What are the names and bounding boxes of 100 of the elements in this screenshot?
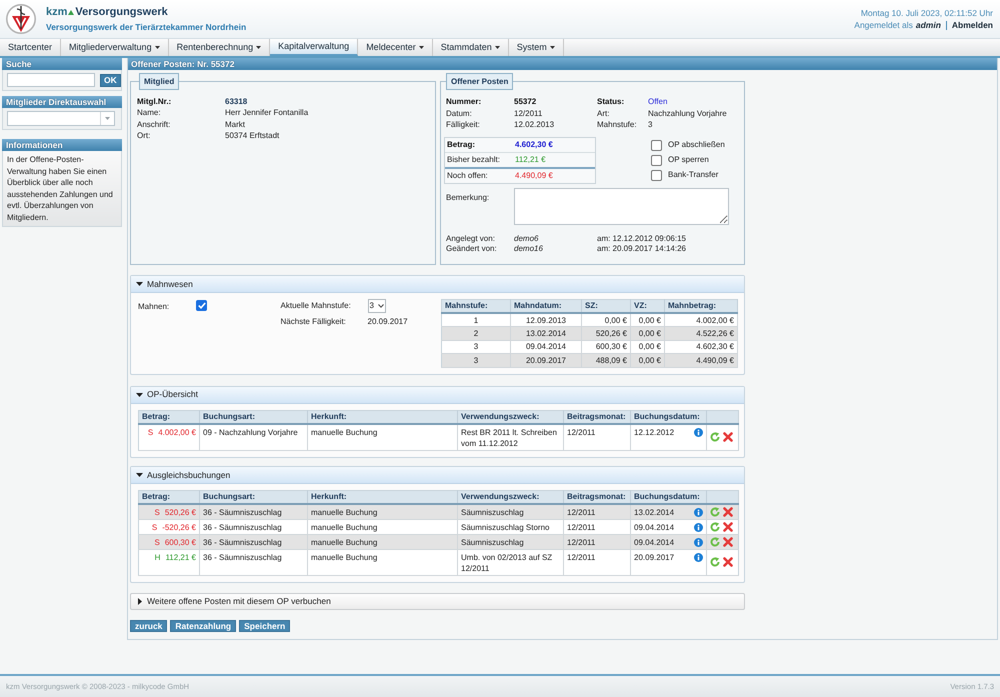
debit-credit-label: S: [152, 522, 158, 532]
logout-link[interactable]: Abmelden: [952, 20, 993, 30]
caret-down-icon: [136, 392, 143, 396]
field-label: Bemerkung:: [446, 192, 490, 204]
field-value: 20.09.2017: [368, 316, 408, 328]
group-legend: Offener Posten: [446, 73, 514, 90]
info-icon[interactable]: [694, 428, 703, 436]
amount-value: 4.602,30 €: [515, 138, 553, 150]
delete-icon[interactable]: [723, 506, 733, 517]
field-label: Name:: [137, 107, 162, 119]
field-label: Mahnstufe:: [597, 119, 638, 130]
menu-tab[interactable]: Kapitalverwaltung: [270, 39, 358, 56]
circular-arrow-icon[interactable]: [710, 557, 720, 567]
table-cell: 4.522,26 €: [664, 326, 738, 340]
delete-icon[interactable]: [723, 536, 733, 546]
field-label: Mitgl.Nr.:: [137, 96, 172, 108]
column-header: Herkunft:: [308, 490, 458, 504]
brand-prefix: kzm: [46, 6, 68, 19]
user-value: demo6: [514, 234, 540, 244]
column-header: Buchungsart:: [200, 490, 308, 504]
action-button[interactable]: zuruck: [130, 620, 168, 632]
search-field[interactable]: [7, 73, 95, 87]
field-value: 12.02.2013: [514, 119, 554, 130]
panel-title-bar: Offener Posten: Nr. 55372: [128, 58, 997, 70]
ok-button[interactable]: OK: [100, 74, 121, 86]
emblem-icon: [6, 3, 36, 35]
amount-text: 4.002,00 €: [158, 428, 196, 436]
column-header: VZ:: [630, 300, 664, 313]
remark-field[interactable]: [514, 188, 729, 224]
delete-icon[interactable]: [723, 522, 733, 532]
field-value: 50374 Erftstadt: [225, 130, 280, 142]
debit-credit-label: S: [154, 538, 160, 546]
delete-icon[interactable]: [723, 432, 733, 442]
info-text: In der Offene-Posten-Verwaltung haben Sie einen Überblick über alle noch ausstehenden Zahlungen und evtl. Überzahlungen von Mitgliedern.: [2, 151, 122, 227]
action-button[interactable]: Ratenzahlung: [170, 620, 236, 632]
checkbox[interactable]: [651, 140, 662, 150]
info-icon[interactable]: [694, 552, 703, 562]
amount-label: Bisher bezahlt:: [447, 154, 501, 166]
checkbox[interactable]: [651, 154, 662, 166]
column-header: Betrag:: [138, 490, 200, 504]
field-value: 55372: [514, 96, 536, 108]
login-label: Angemeldet als: [854, 20, 913, 30]
table-cell: 09 - Nachzahlung Vorjahre: [200, 424, 308, 450]
info-icon[interactable]: [694, 522, 703, 532]
field-label: Anschrift:: [137, 118, 172, 130]
date-time: Montag 10. Juli 2023, 02:11:52 Uhr: [860, 8, 993, 18]
section-toggle[interactable]: Mahnwesen: [131, 276, 744, 293]
field-label: Nummer:: [446, 96, 482, 108]
field-label: Geändert von:: [446, 244, 498, 254]
app-title: Versorgungswerk: [75, 6, 168, 19]
table-cell: Säumniszuschlag Storno: [458, 519, 564, 534]
table-cell: 36 - Säumniszuschlag: [200, 519, 308, 534]
column-header: Mahnstufe:: [442, 300, 510, 313]
table-cell: manuelle Buchung: [308, 519, 458, 534]
table-cell: 36 - Säumniszuschlag: [200, 549, 308, 575]
column-header: Beitragsmonat:: [564, 490, 630, 504]
checkbox[interactable]: [196, 300, 207, 311]
field-label: Aktuelle Mahnstufe:: [280, 300, 352, 312]
amount-text: 600,30 €: [164, 538, 196, 546]
app-subtitle: Versorgungswerk der Tierärztekammer Nordrhein: [46, 22, 246, 32]
table-cell: 0,00 €: [630, 326, 664, 340]
field-label: Fälligkeit:: [446, 119, 481, 130]
info-icon[interactable]: [694, 508, 703, 517]
field-value: 3: [648, 119, 652, 130]
caret-down-icon: [136, 473, 143, 477]
circular-arrow-icon[interactable]: [710, 432, 720, 442]
table-cell: 0,00 €: [630, 354, 664, 367]
user-value: demo16: [514, 244, 544, 254]
amount-text: 520,26 €: [164, 508, 196, 517]
section-toggle[interactable]: OP-Übersicht: [131, 386, 744, 404]
triangle-icon: [68, 10, 74, 15]
date-text: 20.09.2017: [634, 552, 674, 562]
user-name: admin: [916, 20, 941, 30]
checkbox-label: Bank-Transfer: [668, 170, 718, 180]
field-label: Status:: [597, 96, 626, 108]
column-header: SZ:: [582, 300, 630, 313]
table-cell: 3: [442, 354, 510, 367]
field-label: Mahnen:: [138, 301, 170, 312]
section-toggle[interactable]: Ausgleichsbuchungen: [131, 467, 744, 484]
chevron-down-icon: [105, 117, 110, 120]
table-cell: 20.09.2017: [510, 354, 582, 367]
timestamp-text: am: 12.12.2012 09:06:15: [597, 234, 686, 244]
checkbox[interactable]: [651, 170, 662, 180]
delete-icon[interactable]: [723, 557, 733, 567]
checkbox-label: OP abschließen: [668, 140, 725, 150]
field-label: Angelegt von:: [446, 234, 496, 244]
section-toggle[interactable]: Weitere offene Posten mit diesem OP verbuchen: [130, 592, 745, 610]
table-cell: 36 - Säumniszuschlag: [200, 504, 308, 519]
amount-value: 4.490,09 €: [515, 170, 553, 182]
field-value: Offen: [648, 96, 668, 108]
action-button[interactable]: Speichern: [239, 620, 290, 632]
chevron-down-icon: [378, 304, 384, 308]
info-icon[interactable]: [694, 538, 703, 546]
level-select[interactable]: 3: [368, 299, 386, 313]
column-header: Verwendungszweck:: [458, 410, 564, 424]
column-header: Verwendungszweck:: [458, 490, 564, 504]
date-text: 12.12.2012: [634, 426, 674, 438]
table-cell: Umb. von 02/2013 auf SZ 12/2011: [458, 549, 564, 575]
field-value: Markt: [225, 118, 245, 130]
column-header: Buchungsart:: [200, 410, 308, 424]
